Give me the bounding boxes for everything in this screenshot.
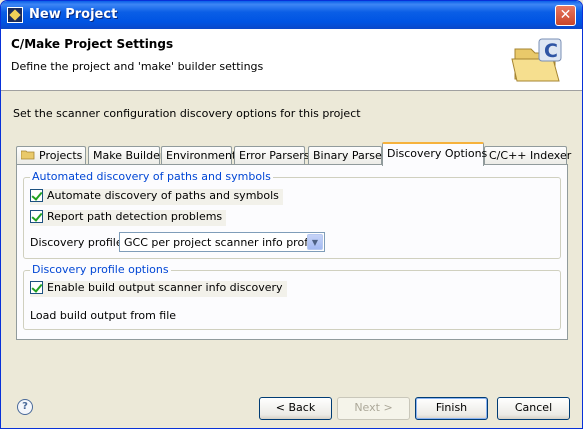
tab-label: Discovery Options	[387, 147, 488, 160]
discovery-profile-label: Discovery profile:	[30, 236, 127, 249]
page-description: Define the project and 'make' builder se…	[11, 60, 264, 73]
page-title: C/Make Project Settings	[11, 37, 174, 51]
cancel-button[interactable]: Cancel	[497, 397, 570, 420]
chevron-down-icon[interactable]: ▼	[307, 234, 323, 250]
select-value: GCC per project scanner info profile	[124, 236, 321, 249]
checkbox-box[interactable]	[30, 281, 43, 294]
tab-label: Make Builder	[93, 149, 165, 162]
tab-label: Binary Parser	[313, 149, 387, 162]
tab-cpp-indexer[interactable]: C/C++ Indexer	[484, 146, 571, 165]
tab-label: Environment	[166, 149, 237, 162]
profile-options-group: Discovery profile options Enable build o…	[23, 263, 561, 330]
tab-environment[interactable]: Environment	[161, 146, 236, 165]
report-problems-checkbox[interactable]: Report path detection problems	[30, 210, 227, 226]
checkbox-label: Automate discovery of paths and symbols	[47, 189, 279, 202]
close-icon: ✕	[559, 7, 572, 23]
group-label: Automated discovery of paths and symbols	[30, 170, 273, 183]
automated-discovery-group: Automated discovery of paths and symbols…	[23, 170, 561, 259]
window-title: New Project	[29, 7, 118, 22]
tab-error-parsers[interactable]: Error Parsers	[234, 146, 309, 165]
checkbox-box[interactable]	[30, 189, 43, 202]
help-icon[interactable]: ?	[17, 399, 33, 415]
title-bar[interactable]: New Project ✕	[1, 1, 582, 29]
discovery-options-panel: Automated discovery of paths and symbols…	[16, 164, 568, 340]
tab-discovery-options[interactable]: Discovery Options	[382, 142, 488, 166]
tab-label: Error Parsers	[239, 149, 310, 162]
checkbox-label: Report path detection problems	[47, 210, 223, 223]
checkbox-label: Enable build output scanner info discove…	[47, 281, 283, 294]
tab-binary-parser[interactable]: Binary Parser	[308, 146, 386, 165]
svg-text:C: C	[544, 40, 558, 62]
instruction-text: Set the scanner configuration discovery …	[13, 107, 361, 120]
tab-make-builder[interactable]: Make Builder	[88, 146, 164, 165]
load-build-output-label: Load build output from file	[30, 309, 177, 322]
close-button[interactable]: ✕	[555, 5, 576, 26]
next-button[interactable]: Next >	[337, 397, 410, 420]
tab-label: Projects	[39, 149, 83, 162]
tab-label: C/C++ Indexer	[489, 149, 572, 162]
c-folder-icon: C	[511, 38, 562, 82]
enable-build-output-checkbox[interactable]: Enable build output scanner info discove…	[30, 281, 287, 297]
new-project-window: New Project ✕ C/Make Project Settings De…	[0, 0, 583, 429]
finish-button[interactable]: Finish	[415, 397, 488, 420]
back-button[interactable]: < Back	[259, 397, 332, 420]
wizard-header: C/Make Project Settings Define the proje…	[1, 29, 582, 91]
discovery-profile-select[interactable]: GCC per project scanner info profile ▼	[119, 232, 325, 252]
tab-projects[interactable]: Projects	[16, 146, 86, 165]
checkbox-box[interactable]	[30, 210, 43, 223]
automate-discovery-checkbox[interactable]: Automate discovery of paths and symbols	[30, 189, 283, 205]
tab-bar: Projects Make Builder Environment Error …	[16, 142, 576, 166]
group-label: Discovery profile options	[30, 263, 171, 276]
folder-icon	[21, 150, 35, 160]
eclipse-icon	[7, 7, 23, 23]
